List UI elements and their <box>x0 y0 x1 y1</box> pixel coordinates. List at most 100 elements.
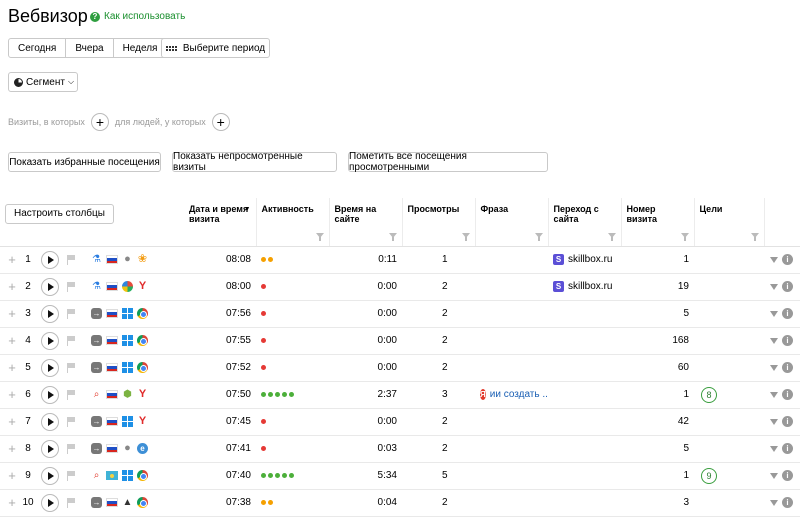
expand-plus-icon[interactable]: + <box>5 252 19 267</box>
col-activity[interactable]: Активность <box>256 198 330 247</box>
table-row[interactable]: +3 → 07:56 0:00 2 5 i <box>0 300 800 328</box>
col-datetime[interactable]: Дата и время визита ▼ <box>184 198 257 247</box>
search-phrase[interactable]: Яии создать ... <box>480 389 548 400</box>
filter-by-visit-icon[interactable] <box>770 499 778 506</box>
mark-all-viewed-button[interactable]: Пометить все посещения просмотренными <box>348 151 548 173</box>
expand-plus-icon[interactable]: + <box>5 495 19 510</box>
filter-by-visit-icon[interactable] <box>770 445 778 452</box>
expand-plus-icon[interactable]: + <box>5 468 19 483</box>
table-row[interactable]: +4 → 07:55 0:00 2 168 i <box>0 327 800 355</box>
row-actions: i <box>764 246 800 274</box>
expand-plus-icon[interactable]: + <box>5 387 19 402</box>
play-icon[interactable] <box>41 331 59 350</box>
filter-icon[interactable] <box>315 232 324 241</box>
phrase-text[interactable]: ии создать ... <box>490 389 548 400</box>
play-icon[interactable] <box>41 304 59 323</box>
filter-by-visit-icon[interactable] <box>770 256 778 263</box>
favorite-flag-icon[interactable] <box>67 282 77 292</box>
direct-entry-icon: → <box>91 362 102 373</box>
favorite-flag-icon[interactable] <box>67 363 77 373</box>
period-today-button[interactable]: Сегодня <box>9 39 67 57</box>
filter-by-visit-icon[interactable] <box>770 472 778 479</box>
expand-plus-icon[interactable]: + <box>5 414 19 429</box>
col-time-on-site[interactable]: Время на сайте <box>329 198 403 247</box>
table-row[interactable]: +8 → ● e 07:41 0:03 2 5 i <box>0 435 800 463</box>
col-views[interactable]: Просмотры <box>402 198 476 247</box>
expand-plus-icon[interactable]: + <box>5 279 19 294</box>
filter-by-visit-icon[interactable] <box>770 337 778 344</box>
period-week-button[interactable]: Неделя <box>114 39 167 57</box>
play-icon[interactable] <box>41 439 59 458</box>
filter-icon[interactable] <box>534 232 543 241</box>
col-goals[interactable]: Цели <box>694 198 765 247</box>
sort-desc-icon[interactable]: ▼ <box>244 205 251 215</box>
col-phrase[interactable]: Фраза <box>475 198 549 247</box>
play-icon[interactable] <box>41 493 59 512</box>
filter-by-visit-icon[interactable] <box>770 418 778 425</box>
table-row[interactable]: +7 → Y 07:45 0:00 2 42 i <box>0 408 800 436</box>
referrer-text[interactable]: skillbox.ru <box>568 281 612 292</box>
info-icon[interactable]: i <box>782 362 793 373</box>
expand-plus-icon[interactable]: + <box>5 306 19 321</box>
filter-by-visit-icon[interactable] <box>770 364 778 371</box>
info-icon[interactable]: i <box>782 470 793 481</box>
col-referrer[interactable]: Переход с сайта <box>548 198 622 247</box>
table-row[interactable]: +10 → ▲ 07:38 0:04 2 3 i <box>0 489 800 517</box>
show-unviewed-button[interactable]: Показать непросмотренные визиты <box>172 151 337 173</box>
howto-link[interactable]: ? Как использовать <box>90 11 185 22</box>
phrase-cell <box>475 354 548 382</box>
table-row[interactable]: +1 ⚗ ● ❀ 08:08 0:11 1 Sskillbox.ru 1 i <box>0 246 800 274</box>
info-icon[interactable]: i <box>782 254 793 265</box>
info-icon[interactable]: i <box>782 443 793 454</box>
favorite-flag-icon[interactable] <box>67 390 77 400</box>
configure-columns-button[interactable]: Настроить столбцы <box>5 204 114 224</box>
howto-label[interactable]: Как использовать <box>104 11 185 22</box>
filter-icon[interactable] <box>461 232 470 241</box>
referrer-site[interactable]: Sskillbox.ru <box>553 254 616 265</box>
info-icon[interactable]: i <box>782 335 793 346</box>
play-icon[interactable] <box>41 466 59 485</box>
filter-by-visit-icon[interactable] <box>770 283 778 290</box>
period-yesterday-button[interactable]: Вчера <box>66 39 114 57</box>
referrer-text[interactable]: skillbox.ru <box>568 254 612 265</box>
expand-plus-icon[interactable]: + <box>5 360 19 375</box>
filter-icon[interactable] <box>750 232 759 241</box>
play-icon[interactable] <box>41 358 59 377</box>
favorite-flag-icon[interactable] <box>67 336 77 346</box>
filter-by-visit-icon[interactable] <box>770 310 778 317</box>
add-people-filter-button[interactable]: + <box>211 113 230 131</box>
custom-period-button[interactable]: Выберите период <box>161 38 270 58</box>
referrer-site[interactable]: Sskillbox.ru <box>553 281 616 292</box>
favorite-flag-icon[interactable] <box>67 309 77 319</box>
filter-icon[interactable] <box>388 232 397 241</box>
goals-badge[interactable]: 8 <box>701 386 717 403</box>
favorite-flag-icon[interactable] <box>67 255 77 265</box>
add-visit-filter-button[interactable]: + <box>90 113 109 131</box>
favorite-flag-icon[interactable] <box>67 471 77 481</box>
table-row[interactable]: +5 → 07:52 0:00 2 60 i <box>0 354 800 382</box>
play-icon[interactable] <box>41 277 59 296</box>
play-icon[interactable] <box>41 385 59 404</box>
show-favorites-button[interactable]: Показать избранные посещения <box>8 152 161 172</box>
favorite-flag-icon[interactable] <box>67 498 77 508</box>
info-icon[interactable]: i <box>782 308 793 319</box>
filter-icon[interactable] <box>607 232 616 241</box>
table-row[interactable]: +6 ⌕ ⬢ Y 07:50 2:37 3 Яии создать ... 1 8 i <box>0 381 800 409</box>
col-visit-number[interactable]: Номер визита <box>621 198 695 247</box>
info-icon[interactable]: i <box>782 281 793 292</box>
play-icon[interactable] <box>41 412 59 431</box>
table-row[interactable]: +2 ⚗ Y 08:00 0:00 2 Sskillbox.ru 19 i <box>0 273 800 301</box>
info-icon[interactable]: i <box>782 497 793 508</box>
favorite-flag-icon[interactable] <box>67 444 77 454</box>
play-icon[interactable] <box>41 250 59 269</box>
expand-plus-icon[interactable]: + <box>5 441 19 456</box>
filter-by-visit-icon[interactable] <box>770 391 778 398</box>
goals-badge[interactable]: 9 <box>701 467 717 484</box>
filter-icon[interactable] <box>680 232 689 241</box>
table-row[interactable]: +9 ⌕ 07:40 5:34 5 1 9 i <box>0 462 800 490</box>
expand-plus-icon[interactable]: + <box>5 333 19 348</box>
info-icon[interactable]: i <box>782 416 793 427</box>
info-icon[interactable]: i <box>782 389 793 400</box>
favorite-flag-icon[interactable] <box>67 417 77 427</box>
segment-dropdown[interactable]: Сегмент ⌵ <box>8 72 78 92</box>
